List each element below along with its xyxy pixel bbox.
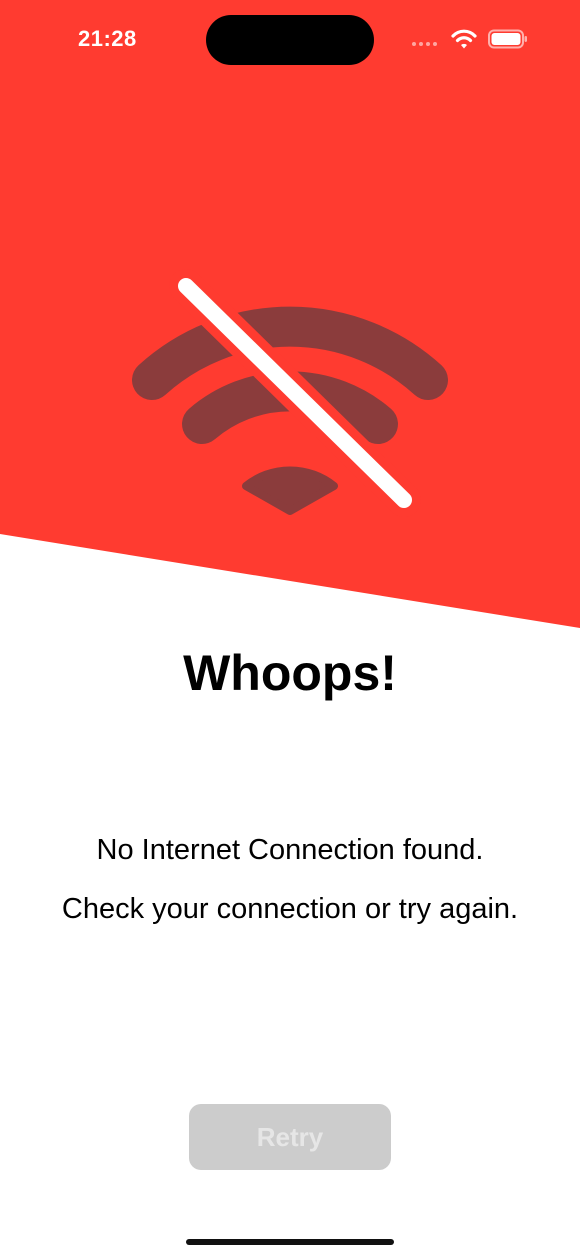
status-time: 21:28 xyxy=(78,26,137,51)
dynamic-island xyxy=(206,15,374,65)
signal-dots-icon xyxy=(412,42,444,48)
retry-button[interactable]: Retry xyxy=(189,1104,391,1170)
battery-icon xyxy=(488,29,527,49)
error-hint: Check your connection or try again. xyxy=(61,893,519,925)
wifi-icon xyxy=(451,29,477,49)
hero-banner xyxy=(0,0,580,628)
status-bar: 21:28 xyxy=(0,0,580,80)
home-indicator[interactable] xyxy=(186,1239,394,1245)
no-connection-screen: 21:28 Whoops! No Internet Connection fou… xyxy=(0,0,580,1258)
error-message: No Internet Connection found. xyxy=(96,834,484,866)
page-title: Whoops! xyxy=(183,645,397,701)
